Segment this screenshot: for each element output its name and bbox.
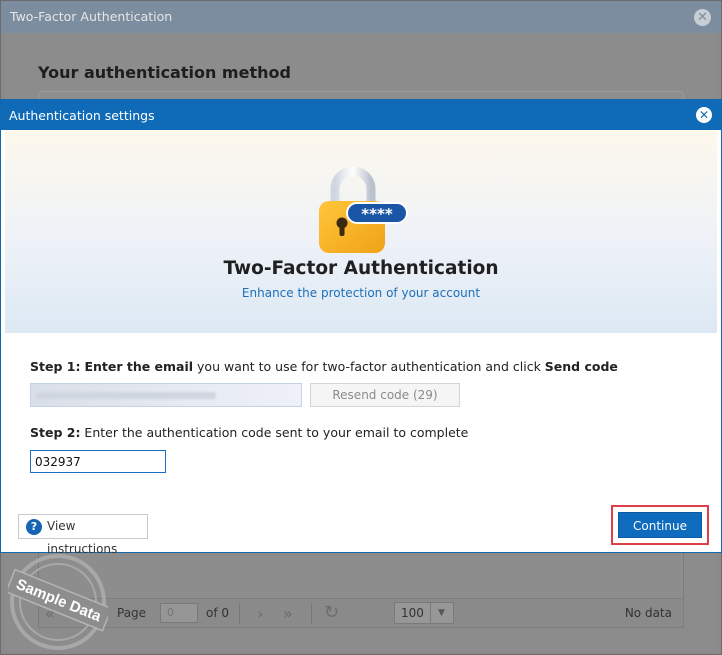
continue-button[interactable]: Continue [618,512,702,538]
resend-code-button[interactable]: Resend code (29) [310,383,460,407]
view-instructions-label: View instructions [47,519,118,556]
authentication-code-input[interactable] [30,450,166,473]
last-page-icon[interactable]: » [283,604,293,623]
step1-text: you want to use for two-factor authentic… [193,359,545,374]
email-field[interactable] [30,383,302,407]
pager-divider [239,604,240,624]
continue-highlight: Continue [611,505,709,545]
padlock-icon: **** [319,166,408,253]
hero-subtitle: Enhance the protection of your account [241,286,481,300]
sample-data-watermark-icon: Sample Data [8,554,108,650]
step1-bold-action: Enter the email [84,359,194,374]
authentication-method-heading: Your authentication method [38,63,291,82]
dialog-content: **** Two-Factor Authentication Enhance t… [5,130,717,556]
step1-instruction: Step 1: Enter the email you want to use … [30,359,618,374]
password-mask-badge: **** [361,205,393,223]
step1-bold-send: Send code [544,359,618,374]
authentication-settings-dialog: Authentication settings ✕ **** Two-Facto… [0,99,722,556]
no-data-label: No data [624,606,672,620]
data-grid [38,551,684,599]
step2-label: Step 2: [30,425,81,440]
grid-pager: « ‹ Page 0 of 0 › » ↻ 100 ▼ No data [38,598,684,628]
page-number-input[interactable]: 0 [160,603,198,623]
refresh-icon[interactable]: ↻ [324,602,339,623]
chevron-down-icon[interactable]: ▼ [430,603,452,623]
dialog-close-icon[interactable]: ✕ [696,107,712,123]
page-label: Page [117,606,147,620]
help-icon: ? [26,519,42,535]
page-count-label: of 0 [206,606,230,620]
email-value-redacted [36,392,216,399]
dialog-title: Authentication settings [1,100,721,130]
step2-text: Enter the authentication code sent to yo… [80,425,469,440]
hero-title: Two-Factor Authentication [223,258,499,279]
pager-divider [311,604,312,624]
step1-label: Step 1: [30,359,81,374]
background-close-icon[interactable]: ✕ [694,9,711,26]
hero-banner: **** Two-Factor Authentication Enhance t… [5,130,717,333]
step2-instruction: Step 2: Enter the authentication code se… [30,425,468,440]
background-window-title: Two-Factor Authentication [1,1,721,33]
view-instructions-button[interactable]: ? View instructions [18,514,148,556]
next-page-icon[interactable]: › [257,604,263,623]
